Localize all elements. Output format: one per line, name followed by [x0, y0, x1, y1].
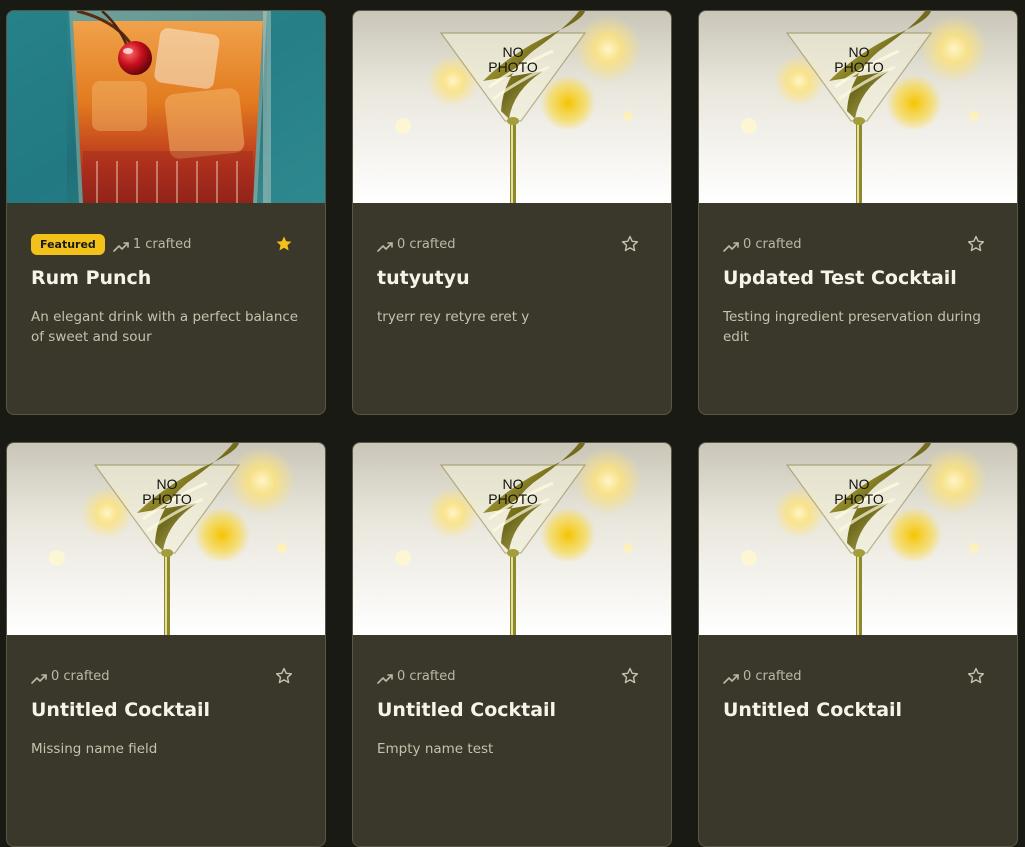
cocktail-photo [7, 11, 325, 203]
cocktail-card[interactable]: NO PHOTO 0 crafted Untitled Cocktail [698, 442, 1018, 847]
crafted-count: 1 crafted [132, 236, 192, 252]
trending-up-icon [113, 238, 129, 252]
card-body: 0 crafted Untitled Cocktail Missing name f… [7, 635, 325, 846]
card-body: 0 crafted Untitled Cocktail Empty name tes… [353, 635, 671, 846]
crafted-count: 0 crafted [397, 236, 456, 252]
cocktail-description: Testing ingredient preservation during e… [723, 309, 981, 345]
no-photo-line-2: PHOTO [834, 59, 884, 75]
star-icon[interactable] [621, 235, 639, 253]
no-photo-line-1: NO [156, 476, 178, 492]
cocktail-description: An elegant drink with a perfect balance … [31, 309, 299, 345]
cocktail-card[interactable]: NO PHOTO 0 crafted Updated Test Cocktail Tes… [698, 10, 1018, 415]
no-photo-label: NO PHOTO [463, 477, 563, 507]
card-meta: 0 crafted [31, 665, 110, 687]
cocktail-photo: NO PHOTO [353, 11, 671, 203]
star-icon[interactable] [275, 667, 293, 685]
cocktail-photo: NO PHOTO [353, 443, 671, 635]
no-photo-line-1: NO [848, 476, 870, 492]
star-icon[interactable] [967, 235, 985, 253]
no-photo-line-1: NO [502, 476, 524, 492]
cocktail-title: Untitled Cocktail [377, 699, 557, 721]
cocktail-title: Untitled Cocktail [31, 699, 211, 721]
cocktail-grid: Featured 1 crafted Rum Punch An elegant dri… [0, 0, 1025, 847]
cocktail-photo: NO PHOTO [7, 443, 325, 635]
no-photo-label: NO PHOTO [809, 45, 909, 75]
cocktail-photo: NO PHOTO [699, 11, 1017, 203]
cocktail-title: Updated Test Cocktail [723, 267, 957, 289]
cocktail-title: tutyutyu [377, 267, 470, 289]
card-body: 0 crafted Untitled Cocktail [699, 635, 1017, 846]
card-body: 0 crafted Updated Test Cocktail Testing in… [699, 203, 1017, 414]
no-photo-label: NO PHOTO [463, 45, 563, 75]
crafted-count: 0 crafted [397, 668, 456, 684]
trending-up-icon [31, 670, 47, 684]
cocktail-card[interactable]: NO PHOTO 0 crafted tutyutyu tryerr rey retyr… [352, 10, 672, 415]
cocktail-title: Untitled Cocktail [723, 699, 903, 721]
no-photo-line-2: PHOTO [834, 491, 884, 507]
cocktail-card[interactable]: Featured 1 crafted Rum Punch An elegant dri… [6, 10, 326, 415]
card-meta: 0 crafted [723, 233, 802, 255]
cocktail-description: Empty name test [377, 741, 494, 757]
no-photo-line-2: PHOTO [142, 491, 192, 507]
star-icon[interactable] [967, 667, 985, 685]
star-icon[interactable] [621, 667, 639, 685]
card-meta: 0 crafted [377, 233, 456, 255]
card-meta: 0 crafted [723, 665, 802, 687]
trending-up-icon [723, 238, 739, 252]
featured-badge: Featured [31, 233, 105, 255]
card-body: 0 crafted tutyutyu tryerr rey retyre eret … [353, 203, 671, 414]
crafted-count: 0 crafted [743, 236, 802, 252]
trending-up-icon [723, 670, 739, 684]
cocktail-description: tryerr rey retyre eret y [377, 309, 530, 325]
star-icon[interactable] [275, 235, 293, 253]
no-photo-line-2: PHOTO [488, 59, 538, 75]
cocktail-photo: NO PHOTO [699, 443, 1017, 635]
cocktail-description: Missing name field [31, 741, 158, 757]
no-photo-line-2: PHOTO [488, 491, 538, 507]
card-body: Featured 1 crafted Rum Punch An elegant dri… [7, 203, 325, 414]
no-photo-label: NO PHOTO [809, 477, 909, 507]
no-photo-line-1: NO [502, 44, 524, 60]
trending-up-icon [377, 670, 393, 684]
crafted-count: 0 crafted [51, 668, 110, 684]
card-meta: Featured 1 crafted [31, 233, 191, 255]
cocktail-title: Rum Punch [31, 267, 152, 289]
crafted-count: 0 crafted [743, 668, 802, 684]
no-photo-label: NO PHOTO [117, 477, 217, 507]
trending-up-icon [377, 238, 393, 252]
card-meta: 0 crafted [377, 665, 456, 687]
cocktail-card[interactable]: NO PHOTO 0 crafted Untitled Cocktail Missing… [6, 442, 326, 847]
no-photo-line-1: NO [848, 44, 870, 60]
cocktail-card[interactable]: NO PHOTO 0 crafted Untitled Cocktail Empty n… [352, 442, 672, 847]
